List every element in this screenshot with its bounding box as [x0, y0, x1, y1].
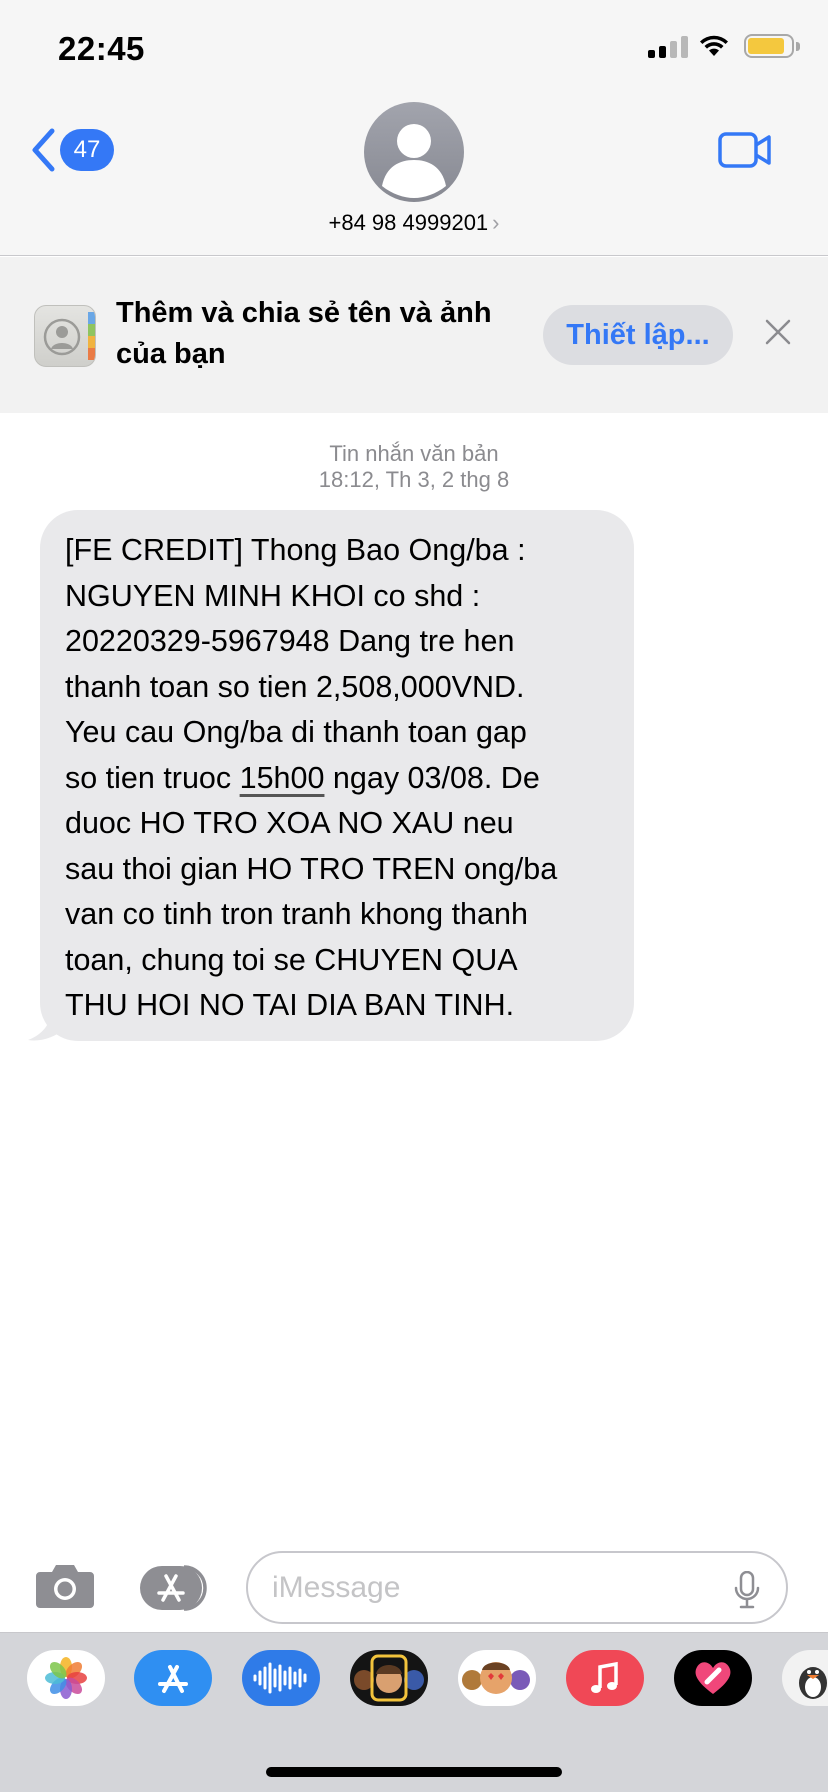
audio-message-icon[interactable] — [242, 1650, 320, 1706]
contact-avatar[interactable] — [364, 102, 464, 202]
video-camera-icon — [718, 132, 771, 168]
contact-name[interactable]: +84 98 4999201 › — [0, 210, 828, 236]
banner-text: Thêm và chia sẻ tên và ảnh của bạn — [116, 297, 492, 370]
microphone-icon — [734, 1570, 760, 1609]
status-time: 22:45 — [58, 30, 145, 67]
contacts-app-icon — [34, 305, 96, 367]
app-store-icon — [140, 1565, 207, 1611]
messages-screen: 22:45 47 +84 98 4999201 › Thêm và chia s… — [0, 0, 828, 1792]
sticker-icon[interactable] — [782, 1650, 828, 1706]
message-text-segment: ngay 03/08. De — [324, 760, 540, 795]
back-button[interactable]: 47 — [30, 128, 114, 172]
message-text: [FE CREDIT] Thong Bao Ong/ba : NGUYEN MIN… — [65, 528, 610, 1029]
message-line: 20220329-5967948 Dang tre hen — [65, 624, 515, 658]
message-line: Yeu cau Ong/ba di thanh toan gap — [65, 715, 527, 749]
setup-button[interactable]: Thiết lập... — [543, 305, 733, 365]
chevron-right-icon: › — [492, 210, 500, 235]
received-message-bubble[interactable]: [FE CREDIT] Thong Bao Ong/ba : NGUYEN MIN… — [40, 510, 634, 1041]
app-store-icon[interactable] — [134, 1650, 212, 1706]
message-input[interactable]: iMessage — [246, 1551, 788, 1624]
contact-number: +84 98 4999201 — [328, 210, 489, 235]
music-icon[interactable] — [566, 1650, 644, 1706]
camera-icon — [36, 1565, 94, 1608]
message-line: THU HOI NO TAI DIA BAN TINH. — [65, 988, 515, 1022]
wifi-icon — [700, 35, 728, 56]
close-banner-button[interactable] — [764, 318, 792, 351]
header: 22:45 47 +84 98 4999201 › — [0, 0, 828, 256]
chevron-left-icon — [32, 128, 55, 172]
message-line: so tien truoc 15h00 ngay 03/08. De — [65, 756, 610, 802]
message-input-placeholder: iMessage — [272, 1571, 401, 1604]
camera-button[interactable] — [34, 1562, 96, 1615]
close-icon — [765, 319, 791, 345]
person-silhouette-icon — [382, 124, 446, 198]
share-name-banner: Thêm và chia sẻ tên và ảnh của bạn Thiết… — [0, 257, 828, 413]
time-link[interactable]: 15h00 — [240, 761, 325, 795]
unread-count-badge: 47 — [60, 129, 114, 171]
message-line: sau thoi gian HO TRO TREN ong/ba — [65, 851, 558, 886]
facetime-video-button[interactable] — [718, 132, 772, 173]
apps-button[interactable] — [138, 1564, 214, 1612]
message-line: thanh toan so tien 2,508,000VND. — [65, 669, 525, 704]
memoji-icon[interactable] — [350, 1650, 428, 1706]
message-line: [FE CREDIT] Thong Bao Ong/ba : — [65, 533, 526, 567]
message-type-label: Tin nhắn văn bản — [329, 441, 499, 466]
animoji-icon[interactable] — [458, 1650, 536, 1706]
message-date: 18:12, Th 3, 2 thg 8 — [318, 467, 510, 492]
battery-icon — [744, 34, 800, 58]
message-line: duoc HO TRO XOA NO XAU neu — [65, 806, 514, 840]
message-timestamp: Tin nhắn văn bản 18:12, Th 3, 2 thg 8 — [0, 441, 828, 493]
cellular-signal-icon — [648, 34, 688, 58]
message-line: van co tinh tron tranh khong thanh — [65, 897, 528, 931]
dictation-button[interactable] — [734, 1570, 760, 1614]
photos-icon[interactable] — [27, 1650, 105, 1706]
message-text-segment: so tien truoc — [65, 760, 240, 795]
message-line: toan, chung toi se CHUYEN QUA — [65, 942, 518, 977]
status-icons — [648, 34, 800, 58]
digital-touch-icon[interactable] — [674, 1650, 752, 1706]
message-line: NGUYEN MINH KHOI co shd : — [65, 578, 481, 613]
home-indicator[interactable] — [266, 1767, 562, 1777]
